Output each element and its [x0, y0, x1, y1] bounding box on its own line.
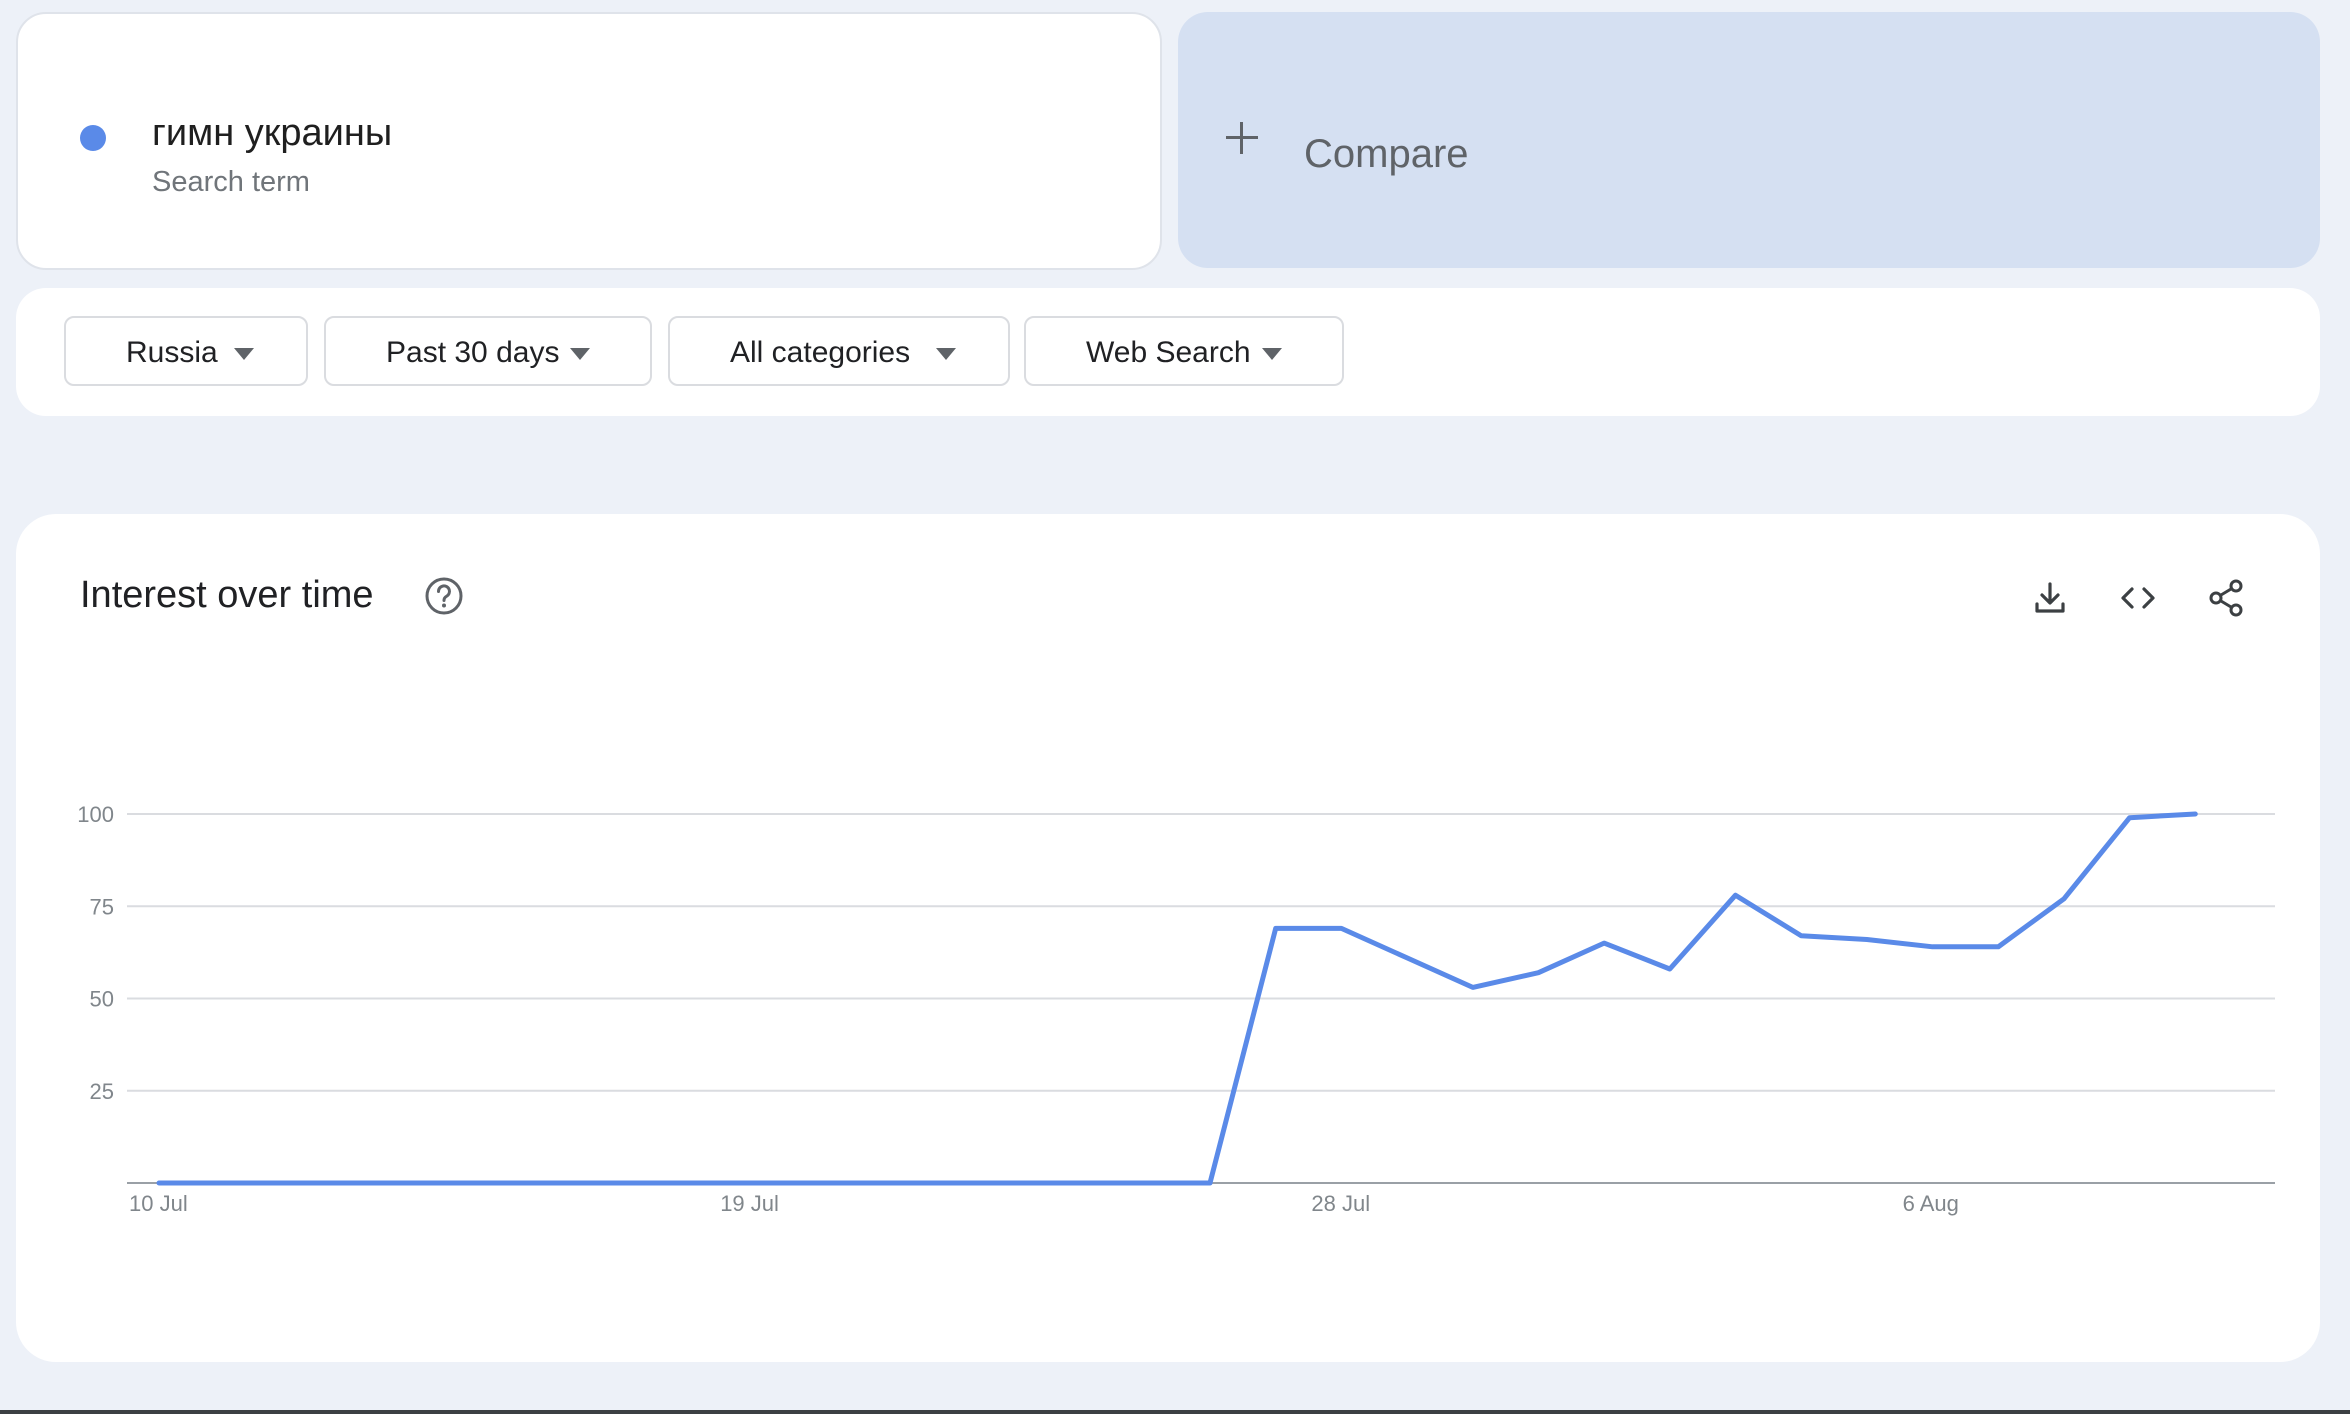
- x-tick-label: 19 Jul: [720, 1191, 779, 1216]
- series-color-dot: [80, 125, 106, 151]
- region-dropdown[interactable]: Russia: [64, 316, 308, 386]
- plus-icon: [1226, 122, 1258, 154]
- search-term-label[interactable]: гимн украины: [152, 112, 392, 155]
- compare-button[interactable]: Compare: [1178, 12, 2320, 268]
- y-tick-label: 50: [90, 987, 114, 1012]
- caret-down-icon: [570, 348, 590, 360]
- y-tick-label: 75: [90, 894, 114, 919]
- embed-icon[interactable]: [2116, 576, 2160, 620]
- caret-down-icon: [936, 348, 956, 360]
- filter-bar: Russia Past 30 days All categories Web S…: [16, 288, 2320, 416]
- chart-title: Interest over time: [80, 574, 374, 616]
- share-icon[interactable]: [2204, 576, 2248, 620]
- window-bottom-border: [0, 1410, 2350, 1414]
- compare-label: Compare: [1304, 132, 1469, 176]
- category-dropdown[interactable]: All categories: [668, 316, 1010, 386]
- caret-down-icon: [234, 348, 254, 360]
- search-term-sublabel: Search term: [152, 166, 310, 198]
- y-tick-label: 100: [77, 802, 114, 827]
- x-tick-label: 10 Jul: [129, 1191, 188, 1216]
- interest-over-time-card: 25 50 75 100 10 Jul 19 Jul 28 Jul 6 Aug Interes…: [16, 514, 2320, 1362]
- time-range-dropdown-label: Past 30 days: [386, 336, 560, 369]
- help-icon[interactable]: [424, 576, 464, 616]
- time-range-dropdown[interactable]: Past 30 days: [324, 316, 652, 386]
- interest-over-time-chart: 25 50 75 100 10 Jul 19 Jul 28 Jul 6 Aug: [77, 802, 2275, 1216]
- search-term-card[interactable]: гимн украины Search term: [16, 12, 1162, 270]
- category-dropdown-label: All categories: [730, 336, 911, 369]
- y-tick-label: 25: [90, 1079, 114, 1104]
- search-property-dropdown[interactable]: Web Search: [1024, 316, 1344, 386]
- x-tick-label: 6 Aug: [1903, 1191, 1959, 1216]
- download-icon[interactable]: [2028, 576, 2072, 620]
- search-property-dropdown-label: Web Search: [1086, 336, 1251, 369]
- caret-down-icon: [1262, 348, 1282, 360]
- region-dropdown-label: Russia: [126, 336, 218, 369]
- x-tick-label: 28 Jul: [1311, 1191, 1370, 1216]
